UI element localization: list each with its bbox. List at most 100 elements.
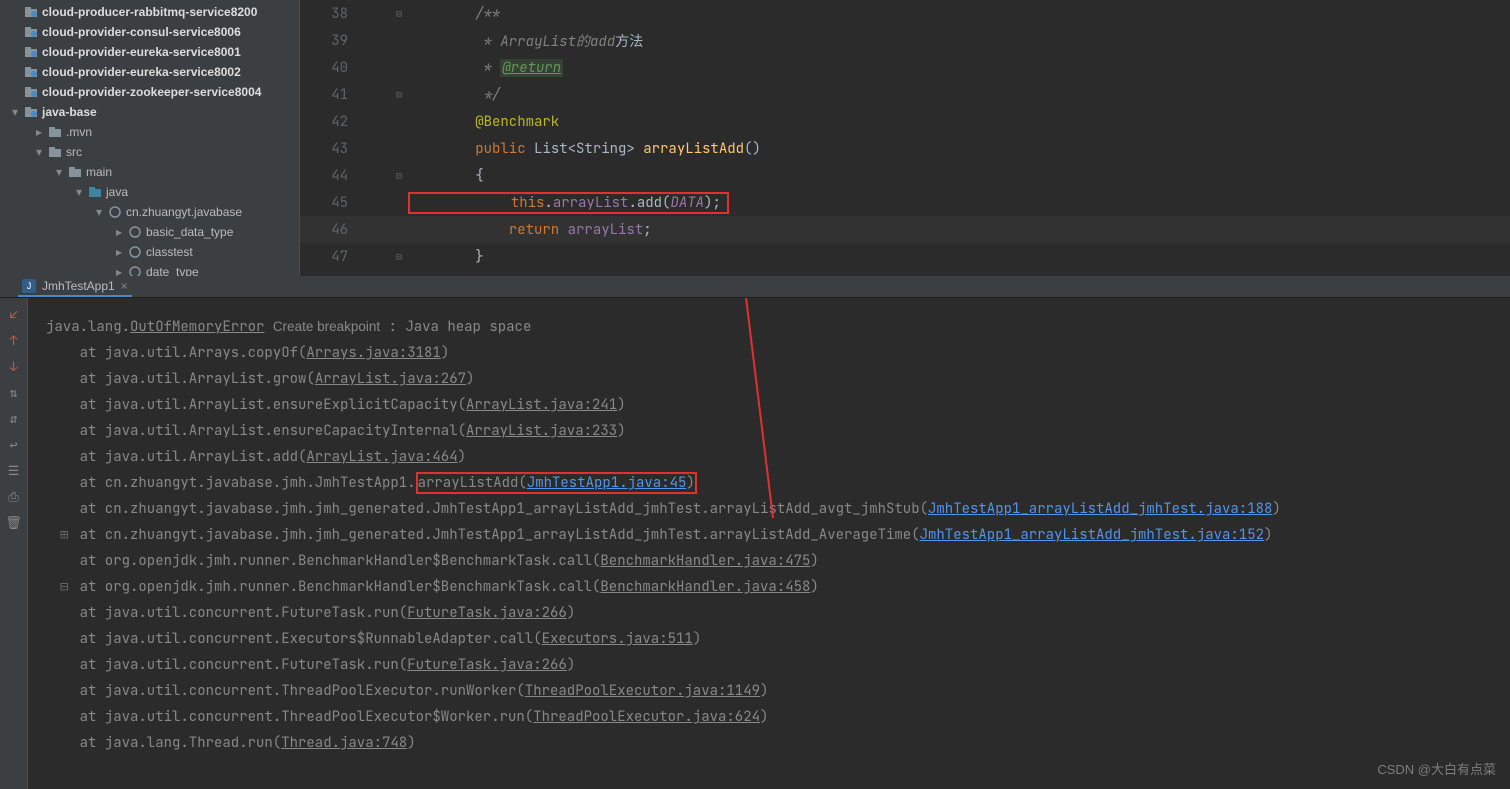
- source-link[interactable]: JmhTestApp1_arrayListAdd_jmhTest.java:15…: [920, 526, 1264, 544]
- close-icon[interactable]: ×: [121, 279, 128, 293]
- fold-icon[interactable]: ⊟: [390, 169, 408, 182]
- collapse-icon[interactable]: ⊟: [60, 574, 68, 600]
- source-link[interactable]: ThreadPoolExecutor.java:1149: [525, 682, 760, 700]
- line-number: 39: [300, 32, 360, 50]
- code-text: return arrayList;: [408, 221, 1510, 239]
- fold-icon[interactable]: ⊟: [390, 250, 408, 263]
- source-link[interactable]: JmhTestApp1_arrayListAdd_jmhTest.java:18…: [928, 500, 1272, 518]
- folder-icon: [24, 45, 38, 59]
- tree-item[interactable]: ▾cn.zhuangyt.javabase: [0, 202, 299, 222]
- console-output[interactable]: ⊞ java.lang.OutOfMemoryError Create brea…: [28, 298, 1510, 789]
- tree-item[interactable]: ▸.mvn: [0, 122, 299, 142]
- sort-asc-icon[interactable]: ⇅: [6, 384, 22, 400]
- source-link[interactable]: ArrayList.java:464: [306, 448, 457, 466]
- code-line[interactable]: 44⊟ {: [300, 162, 1510, 189]
- tree-label: java-base: [42, 105, 97, 119]
- code-line[interactable]: 42 @Benchmark: [300, 108, 1510, 135]
- code-text: }: [408, 248, 1510, 266]
- tree-label: java: [106, 185, 128, 199]
- tree-item[interactable]: cloud-producer-rabbitmq-service8200: [0, 2, 299, 22]
- tree-label: cloud-provider-consul-service8006: [42, 25, 241, 39]
- chevron-icon[interactable]: ▾: [10, 105, 20, 119]
- source-link[interactable]: ArrayList.java:233: [466, 422, 617, 440]
- fold-icon[interactable]: ⊟: [390, 88, 408, 101]
- tree-label: cloud-provider-zookeeper-service8004: [42, 85, 261, 99]
- tree-item[interactable]: ▾src: [0, 142, 299, 162]
- pkg-icon: [128, 225, 142, 239]
- line-number: 45: [300, 194, 360, 212]
- stack-line: at java.util.concurrent.ThreadPoolExecut…: [46, 678, 1510, 704]
- exception-link[interactable]: OutOfMemoryError: [130, 318, 264, 336]
- chevron-icon[interactable]: ▸: [114, 265, 124, 276]
- source-link[interactable]: FutureTask.java:266: [407, 604, 567, 622]
- trash-icon[interactable]: 🗑: [6, 514, 22, 530]
- tree-label: cloud-provider-eureka-service8001: [42, 45, 241, 59]
- chevron-icon[interactable]: ▾: [54, 165, 64, 179]
- stack-line: at java.util.ArrayList.ensureCapacityInt…: [46, 418, 1510, 444]
- tree-item[interactable]: ▸date_type: [0, 262, 299, 276]
- source-link[interactable]: Executors.java:511: [542, 630, 693, 648]
- tree-item[interactable]: ▾ java: [0, 182, 299, 202]
- source-link[interactable]: ArrayList.java:267: [315, 370, 466, 388]
- pkg-icon: [128, 265, 142, 276]
- source-link[interactable]: Thread.java:748: [281, 734, 407, 752]
- stack-line: at java.util.Arrays.copyOf(Arrays.java:3…: [46, 340, 1510, 366]
- code-line[interactable]: 45 this.arrayList.add(DATA);: [300, 189, 1510, 216]
- expand-icon[interactable]: ⊞: [60, 522, 68, 548]
- chevron-icon[interactable]: ▾: [94, 205, 104, 219]
- code-text: */: [408, 86, 1510, 104]
- code-line[interactable]: 43 public List<String> arrayListAdd(): [300, 135, 1510, 162]
- tree-item[interactable]: cloud-provider-zookeeper-service8004: [0, 82, 299, 102]
- arrow-red-left-icon[interactable]: ↙: [6, 306, 22, 322]
- code-line[interactable]: 47⊟ }: [300, 243, 1510, 270]
- source-link[interactable]: BenchmarkHandler.java:458: [600, 578, 810, 596]
- project-tree[interactable]: cloud-producer-rabbitmq-service8200 cloud…: [0, 0, 300, 276]
- stack-line: at java.util.ArrayList.add(ArrayList.jav…: [46, 444, 1510, 470]
- code-line[interactable]: 38⊟ /**: [300, 0, 1510, 27]
- code-line[interactable]: 39 * ArrayList的add方法: [300, 27, 1510, 54]
- source-link[interactable]: ArrayList.java:241: [466, 396, 617, 414]
- tree-item[interactable]: cloud-provider-eureka-service8002: [0, 62, 299, 82]
- stack-line: at cn.zhuangyt.javabase.jmh.JmhTestApp1.…: [46, 470, 1510, 496]
- run-tab-active[interactable]: J JmhTestApp1 ×: [18, 276, 132, 297]
- tree-item[interactable]: ▸ classtest: [0, 242, 299, 262]
- code-text: * ArrayList的add方法: [408, 31, 1510, 51]
- chevron-icon[interactable]: ▸: [114, 245, 124, 259]
- code-line[interactable]: 46 return arrayList;: [300, 216, 1510, 243]
- source-link[interactable]: JmhTestApp1.java:45: [527, 474, 687, 492]
- code-editor[interactable]: 38⊟ /**39 * ArrayList的add方法40 * @return4…: [300, 0, 1510, 276]
- print-icon[interactable]: ⎙: [6, 488, 22, 504]
- chevron-icon[interactable]: ▸: [114, 225, 124, 239]
- console-line: java.lang.OutOfMemoryError Create breakp…: [46, 314, 1510, 340]
- tree-item[interactable]: cloud-provider-consul-service8006: [0, 22, 299, 42]
- tree-label: classtest: [146, 245, 193, 259]
- fold-icon[interactable]: ⊟: [390, 7, 408, 20]
- wrap-icon[interactable]: ↩: [6, 436, 22, 452]
- stack-line: at org.openjdk.jmh.runner.BenchmarkHandl…: [46, 548, 1510, 574]
- tree-item[interactable]: cloud-provider-eureka-service8001: [0, 42, 299, 62]
- scroll-icon[interactable]: ☰: [6, 462, 22, 478]
- stack-line: at java.util.ArrayList.grow(ArrayList.ja…: [46, 366, 1510, 392]
- stack-line: at org.openjdk.jmh.runner.BenchmarkHandl…: [46, 574, 1510, 600]
- code-text: * @return: [408, 59, 1510, 77]
- line-number: 42: [300, 113, 360, 131]
- source-link[interactable]: BenchmarkHandler.java:475: [600, 552, 810, 570]
- code-line[interactable]: 40 * @return: [300, 54, 1510, 81]
- chevron-icon[interactable]: ▾: [34, 145, 44, 159]
- dir-icon: [48, 145, 62, 159]
- create-breakpoint-link[interactable]: Create breakpoint: [273, 319, 380, 334]
- tree-item[interactable]: ▸basic_data_type: [0, 222, 299, 242]
- source-link[interactable]: Arrays.java:3181: [306, 344, 440, 362]
- code-line[interactable]: 41⊟ */: [300, 81, 1510, 108]
- source-link[interactable]: FutureTask.java:266: [407, 656, 567, 674]
- arrow-red-down-icon[interactable]: ↓: [6, 358, 22, 374]
- arrow-red-up-icon[interactable]: ↑: [6, 332, 22, 348]
- folder-icon: [24, 65, 38, 79]
- source-link[interactable]: ThreadPoolExecutor.java:624: [533, 708, 760, 726]
- sort-desc-icon[interactable]: ⇵: [6, 410, 22, 426]
- tree-item[interactable]: ▾main: [0, 162, 299, 182]
- chevron-icon[interactable]: ▾: [74, 185, 84, 199]
- tree-item[interactable]: ▾ java-base: [0, 102, 299, 122]
- pkg-icon: [128, 245, 142, 259]
- chevron-icon[interactable]: ▸: [34, 125, 44, 139]
